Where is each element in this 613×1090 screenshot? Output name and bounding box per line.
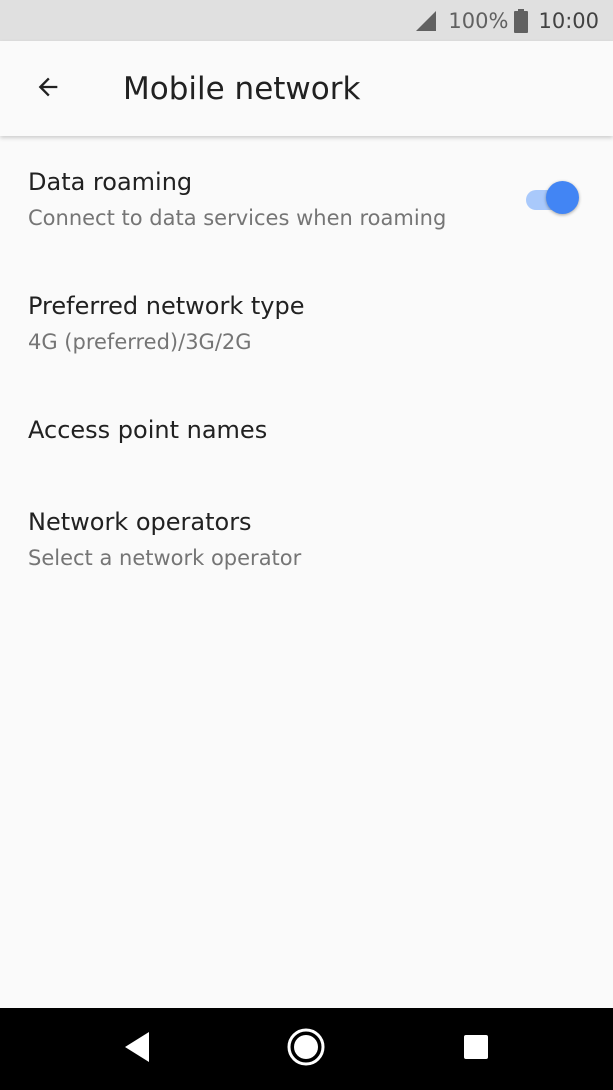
nav-back-button[interactable] [114,1026,160,1072]
clock: 10:00 [538,8,599,33]
setting-network-operators[interactable]: Network operators Select a network opera… [0,490,613,600]
setting-data-roaming[interactable]: Data roaming Connect to data services wh… [0,150,613,260]
page-title: Mobile network [123,71,361,107]
setting-title: Access point names [28,416,268,444]
screen: 100% 10:00 Mobile network Data roaming C… [0,0,613,1090]
data-roaming-toggle[interactable] [526,181,580,214]
setting-access-point-names[interactable]: Access point names [0,398,613,468]
battery-percent: 100% [448,8,509,33]
signal-icon [414,9,438,33]
app-bar: Mobile network [0,41,613,136]
nav-home-button[interactable] [283,1026,329,1072]
arrow-back-icon [34,73,62,105]
back-triangle-icon [121,1030,153,1068]
setting-title: Data roaming [28,168,193,196]
setting-summary: Select a network operator [28,546,302,570]
battery-icon [514,8,529,33]
navigation-bar [0,1008,613,1090]
status-bar: 100% 10:00 [0,0,613,41]
setting-title: Network operators [28,508,252,536]
setting-summary: 4G (preferred)/3G/2G [28,330,252,354]
back-button[interactable] [20,65,76,113]
setting-preferred-network-type[interactable]: Preferred network type 4G (preferred)/3G… [0,274,613,384]
toggle-thumb [546,181,579,214]
setting-summary: Connect to data services when roaming [28,206,447,230]
recents-square-icon [463,1034,489,1064]
nav-recents-button[interactable] [453,1026,499,1072]
home-circle-icon [286,1027,326,1071]
setting-title: Preferred network type [28,292,305,320]
